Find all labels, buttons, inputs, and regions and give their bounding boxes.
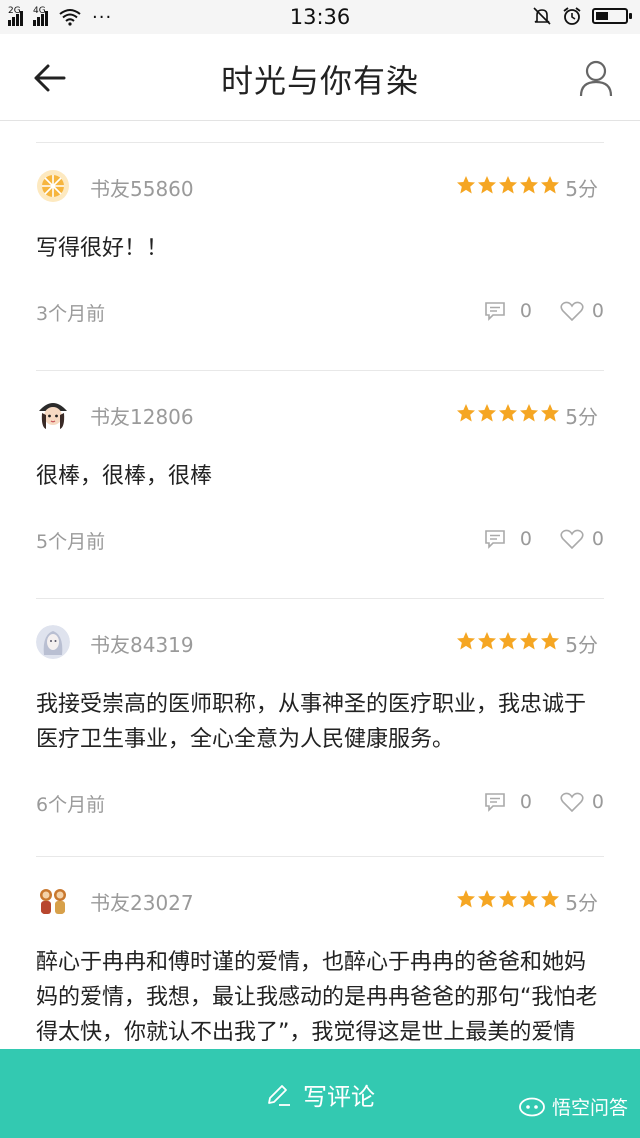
star-rating (456, 403, 560, 423)
review-content[interactable]: 我接受崇高的医师职称，从事神圣的医疗职业，我忠诚于医疗卫生事业，全心全意为人民健… (36, 687, 604, 757)
rating-score: 5分 (565, 891, 598, 915)
pencil-icon (268, 1084, 290, 1106)
review-item: 书友84319 5分 我接受崇高的医师职称，从事神圣的医疗职业，我忠诚于医疗卫生… (36, 598, 604, 856)
star-icon (520, 404, 538, 422)
rating-score: 5分 (565, 177, 598, 201)
like-button[interactable]: 0 (560, 528, 604, 550)
star-icon (499, 632, 517, 650)
battery-icon (592, 8, 632, 24)
star-icon (478, 176, 496, 194)
star-icon (457, 176, 475, 194)
star-icon (499, 176, 517, 194)
review-time: 5个月前 (36, 531, 106, 553)
review-item: 书友55860 5分 写得很好！！ 3个月前 0 0 (36, 142, 604, 370)
review-item: 书友12806 5分 很棒，很棒，很棒 5个月前 0 0 (36, 370, 604, 598)
app-header: 时光与你有染 (0, 34, 640, 121)
username[interactable]: 书友55860 (90, 173, 194, 202)
review-time: 6个月前 (36, 794, 106, 816)
star-icon (478, 890, 496, 908)
mute-bell-icon (533, 7, 551, 25)
review-content[interactable]: 很棒，很棒，很棒 (36, 459, 604, 494)
star-icon (541, 632, 559, 650)
star-icon (541, 404, 559, 422)
user-profile-icon[interactable] (578, 58, 614, 98)
star-icon (520, 632, 538, 650)
comment-icon (485, 530, 505, 549)
star-icon (541, 176, 559, 194)
avatar[interactable] (36, 169, 70, 203)
rating-score: 5分 (565, 633, 598, 657)
comment-button[interactable]: 0 (484, 300, 532, 322)
comment-button[interactable]: 0 (484, 791, 532, 813)
like-button[interactable]: 0 (560, 300, 604, 322)
star-icon (541, 890, 559, 908)
comment-icon (485, 302, 505, 321)
alarm-icon (563, 7, 581, 25)
star-icon (457, 890, 475, 908)
star-icon (457, 632, 475, 650)
star-icon (499, 890, 517, 908)
avatar[interactable] (36, 883, 70, 917)
star-rating (456, 631, 560, 651)
star-icon (520, 176, 538, 194)
like-button[interactable]: 0 (560, 791, 604, 813)
review-content[interactable]: 醉心于冉冉和傅时谨的爱情，也醉心于冉冉的爸爸和她妈妈的爱情，我想，最让我感动的是… (36, 945, 604, 1050)
rating-score: 5分 (565, 405, 598, 429)
username[interactable]: 书友84319 (90, 629, 194, 658)
star-icon (478, 404, 496, 422)
star-rating (456, 175, 560, 195)
wukong-logo-icon (519, 1097, 545, 1116)
comment-count: 0 (519, 528, 532, 550)
heart-icon (560, 529, 584, 549)
review-list: 书友55860 5分 写得很好！！ 3个月前 0 0 书友12806 5分 很棒… (36, 142, 604, 1050)
star-icon (520, 890, 538, 908)
star-icon (478, 632, 496, 650)
status-bar: 2G 4G ··· 13:36 (0, 0, 640, 34)
username[interactable]: 书友12806 (90, 401, 194, 430)
avatar[interactable] (36, 625, 70, 659)
avatar[interactable] (36, 397, 70, 431)
heart-icon (560, 792, 584, 812)
watermark: 悟空问答 (518, 1093, 628, 1120)
review-time: 3个月前 (36, 303, 106, 325)
write-review-bar[interactable]: 写评论 悟空问答 (0, 1049, 640, 1138)
star-rating (456, 889, 560, 909)
comment-button[interactable]: 0 (484, 528, 532, 550)
star-icon (457, 404, 475, 422)
write-review-label: 写评论 (303, 1083, 375, 1111)
like-count: 0 (591, 791, 604, 813)
comment-count: 0 (519, 300, 532, 322)
star-icon (499, 404, 517, 422)
watermark-text: 悟空问答 (551, 1097, 628, 1119)
username[interactable]: 书友23027 (90, 887, 194, 916)
heart-icon (560, 301, 584, 321)
page-title: 时光与你有染 (220, 62, 419, 100)
comment-icon (485, 793, 505, 812)
like-count: 0 (591, 300, 604, 322)
review-content[interactable]: 写得很好！！ (36, 231, 604, 266)
review-item: 书友23027 5分 醉心于冉冉和傅时谨的爱情，也醉心于冉冉的爸爸和她妈妈的爱情… (36, 856, 604, 1050)
like-count: 0 (591, 528, 604, 550)
comment-count: 0 (519, 791, 532, 813)
